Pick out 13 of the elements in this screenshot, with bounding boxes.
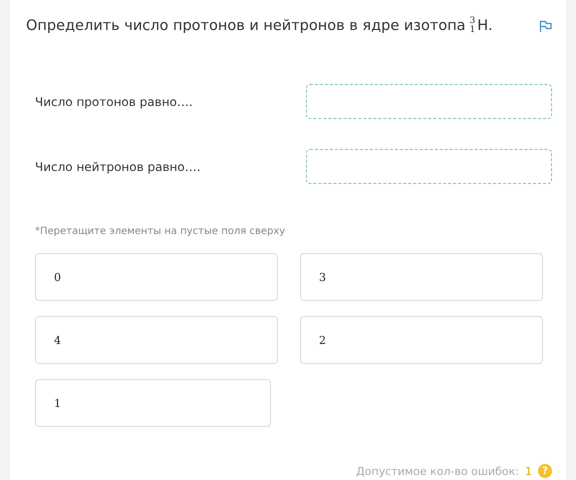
hint-text: *Перетащите элементы на пустые поля сверху xyxy=(35,226,286,237)
drop-zone[interactable] xyxy=(306,149,552,184)
drop-zone[interactable] xyxy=(306,84,552,119)
draggable-option[interactable]: 4 xyxy=(35,316,278,364)
slot-label: Число протонов равно…. xyxy=(35,94,193,108)
slot-label: Число нейтронов равно…. xyxy=(35,160,201,174)
draggable-option[interactable]: 1 xyxy=(35,379,271,427)
draggable-option[interactable]: 0 xyxy=(35,253,278,301)
error-allowance-text: Допустимое кол-во ошибок: xyxy=(356,464,519,478)
draggable-option[interactable]: 2 xyxy=(300,316,543,364)
flag-icon[interactable] xyxy=(539,20,552,33)
error-count: 1 xyxy=(525,464,532,478)
draggable-option[interactable]: 3 xyxy=(300,253,543,301)
